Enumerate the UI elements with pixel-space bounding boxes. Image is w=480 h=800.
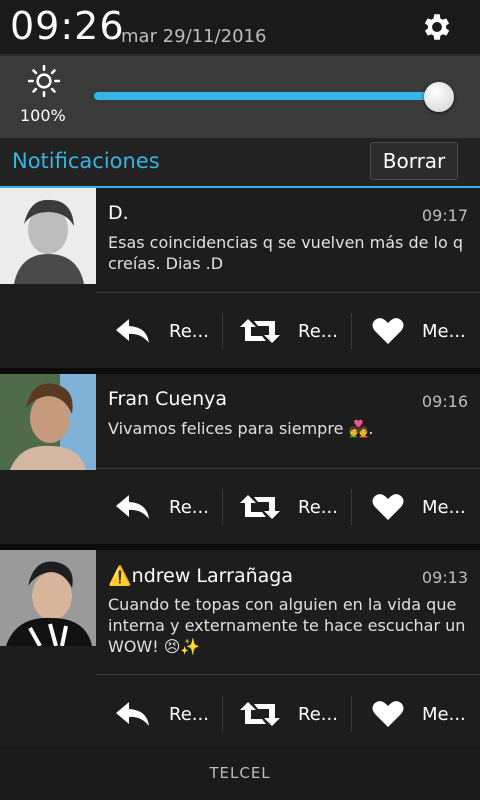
retweet-action[interactable]: Re...: [240, 487, 338, 527]
retweet-label: Re...: [298, 496, 338, 518]
reply-label: Re...: [169, 496, 209, 518]
brightness-percent: 100%: [20, 106, 66, 125]
divider: [96, 292, 480, 293]
retweet-icon: [240, 319, 280, 343]
reply-action[interactable]: Re...: [115, 311, 209, 351]
sender-name: D.: [108, 202, 129, 224]
clock: 09:26: [10, 4, 125, 48]
status-bar: 09:26 mar 29/11/2016: [0, 0, 480, 56]
divider: [351, 313, 352, 349]
divider: [222, 313, 223, 349]
like-label: Me...: [422, 320, 466, 342]
divider: [351, 489, 352, 525]
reply-label: Re...: [169, 703, 209, 725]
brightness-slider-thumb[interactable]: [424, 82, 454, 112]
retweet-icon: [240, 702, 280, 726]
retweet-icon: [240, 495, 280, 519]
divider: [96, 674, 480, 675]
gear-icon[interactable]: [420, 10, 454, 44]
divider: [351, 696, 352, 732]
reply-action[interactable]: Re...: [115, 487, 209, 527]
clear-button[interactable]: Borrar: [370, 142, 458, 180]
divider: [96, 468, 480, 469]
avatar: [0, 188, 96, 284]
notification-card[interactable]: D. 09:17 Esas coincidencias q se vuelven…: [0, 188, 480, 368]
avatar: [0, 374, 96, 470]
notification-message: Esas coincidencias q se vuelven más de l…: [108, 233, 464, 273]
notification-time: 09:16: [421, 392, 468, 411]
like-action[interactable]: Me...: [372, 487, 466, 527]
reply-action[interactable]: Re...: [115, 694, 209, 734]
brightness-slider-track[interactable]: [94, 92, 439, 100]
reply-label: Re...: [169, 320, 209, 342]
heart-icon: [372, 318, 404, 344]
like-label: Me...: [422, 703, 466, 725]
carrier-label: TELCEL: [0, 746, 480, 800]
notification-card[interactable]: ⚠️ndrew Larrañaga 09:13 Cuando te topas …: [0, 550, 480, 746]
retweet-label: Re...: [298, 320, 338, 342]
notification-card[interactable]: Fran Cuenya 09:16 Vivamos felices para s…: [0, 374, 480, 544]
reply-icon: [116, 702, 149, 726]
notification-message: Vivamos felices para siempre 💑.: [108, 419, 374, 438]
notification-message: Cuando te topas con alguien en la vida q…: [108, 595, 466, 656]
retweet-action[interactable]: Re...: [240, 311, 338, 351]
divider: [222, 696, 223, 732]
sender-name: ⚠️ndrew Larrañaga: [108, 565, 293, 587]
sun-icon[interactable]: [27, 64, 61, 98]
reply-icon: [116, 319, 149, 343]
like-action[interactable]: Me...: [372, 694, 466, 734]
notifications-title: Notificaciones: [12, 149, 160, 173]
date: mar 29/11/2016: [121, 26, 267, 47]
retweet-label: Re...: [298, 703, 338, 725]
like-action[interactable]: Me...: [372, 311, 466, 351]
sender-name: Fran Cuenya: [108, 388, 228, 410]
notification-time: 09:17: [421, 206, 468, 225]
notification-time: 09:13: [421, 568, 468, 587]
like-label: Me...: [422, 496, 466, 518]
heart-icon: [372, 494, 404, 520]
notifications-header: Notificaciones Borrar: [0, 138, 480, 188]
avatar: [0, 550, 96, 646]
reply-icon: [116, 495, 149, 519]
brightness-panel: 100%: [0, 56, 480, 138]
divider: [222, 489, 223, 525]
retweet-action[interactable]: Re...: [240, 694, 338, 734]
heart-icon: [372, 701, 404, 727]
